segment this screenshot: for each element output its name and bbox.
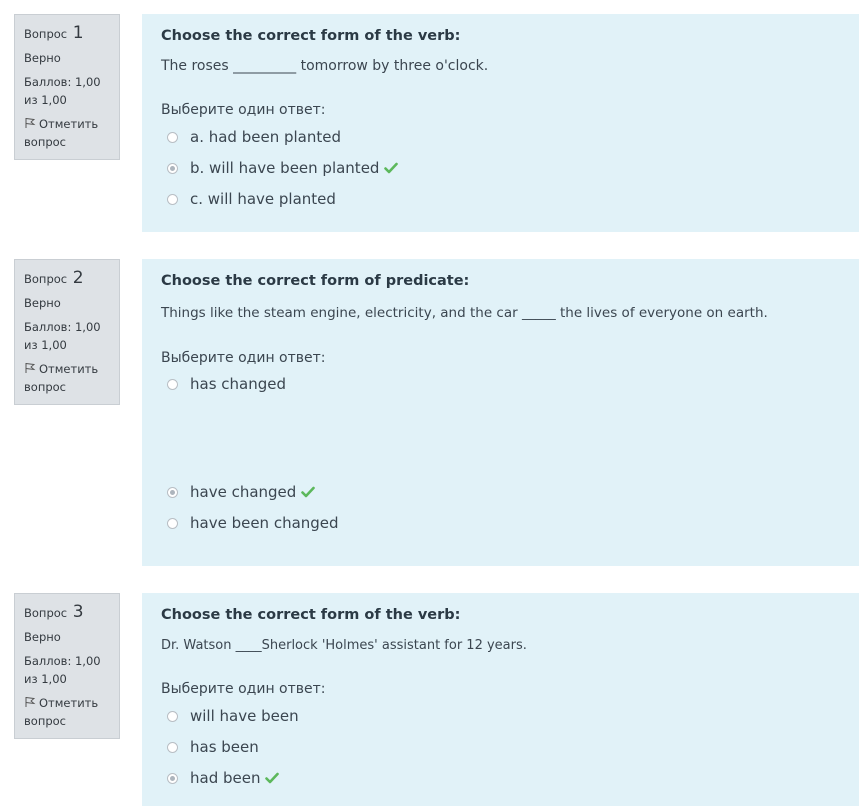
question-number: 1 xyxy=(72,23,84,43)
flag-icon xyxy=(25,697,36,707)
check-icon xyxy=(265,772,280,784)
question-2: Вопрос 2 Верно Баллов: 1,00 из 1,00 Отме… xyxy=(0,259,859,566)
flag-question-button[interactable]: Отметить вопрос xyxy=(24,694,110,730)
question-content: Choose the correct form of predicate: Th… xyxy=(142,259,859,566)
answer-label: c. will have planted xyxy=(190,190,336,208)
radio-button-selected[interactable] xyxy=(167,486,178,498)
question-content: Choose the correct form of the verb: The… xyxy=(142,14,859,232)
flag-icon xyxy=(25,118,36,128)
answer-label: had been xyxy=(190,769,261,787)
question-grade: Баллов: 1,00 из 1,00 xyxy=(24,320,101,352)
question-label: Вопрос xyxy=(24,606,68,620)
question-1: Вопрос 1 Верно Баллов: 1,00 из 1,00 Отме… xyxy=(0,14,859,232)
answer-label: a. had been planted xyxy=(190,128,341,146)
answer-prompt: Выберите один ответ: xyxy=(161,102,326,118)
question-info: Вопрос 2 Верно Баллов: 1,00 из 1,00 Отме… xyxy=(14,259,120,405)
answer-prompt: Выберите один ответ: xyxy=(161,350,326,366)
question-text: Things like the steam engine, electricit… xyxy=(161,305,768,321)
question-text: Dr. Watson ____Sherlock 'Holmes' assista… xyxy=(161,638,527,653)
answer-option[interactable]: has changed xyxy=(167,374,286,394)
question-info: Вопрос 1 Верно Баллов: 1,00 из 1,00 Отме… xyxy=(14,14,120,160)
answer-option[interactable]: have changed xyxy=(167,482,316,502)
question-number: 2 xyxy=(72,268,84,288)
answer-label: has changed xyxy=(190,375,287,393)
question-state: Верно xyxy=(24,51,61,65)
question-title: Choose the correct form of predicate: xyxy=(161,273,470,289)
radio-button[interactable] xyxy=(167,710,178,722)
question-info: Вопрос 3 Верно Баллов: 1,00 из 1,00 Отме… xyxy=(14,593,120,739)
question-text: The roses _________ tomorrow by three o'… xyxy=(161,58,489,74)
answer-label: have changed xyxy=(190,483,297,501)
answer-label: b. will have been planted xyxy=(190,159,380,177)
radio-button[interactable] xyxy=(167,741,178,753)
answer-label: have been changed xyxy=(190,514,339,532)
question-label: Вопрос xyxy=(24,27,68,41)
radio-button-selected[interactable] xyxy=(167,772,178,784)
answer-prompt: Выберите один ответ: xyxy=(161,681,326,697)
question-title: Choose the correct form of the verb: xyxy=(161,607,461,623)
radio-button-selected[interactable] xyxy=(167,162,178,174)
answer-label: has been xyxy=(190,738,259,756)
answer-option[interactable]: b. will have been planted xyxy=(167,158,399,178)
flag-question-button[interactable]: Отметить вопрос xyxy=(24,360,110,396)
radio-button[interactable] xyxy=(167,193,178,205)
question-content: Choose the correct form of the verb: Dr.… xyxy=(142,593,859,806)
answer-option[interactable]: has been xyxy=(167,737,259,757)
flag-question-button[interactable]: Отметить вопрос xyxy=(24,115,110,151)
question-grade: Баллов: 1,00 из 1,00 xyxy=(24,75,101,107)
answer-option[interactable]: have been changed xyxy=(167,513,339,533)
question-state: Верно xyxy=(24,630,61,644)
answer-option[interactable]: c. will have planted xyxy=(167,189,336,209)
answer-option[interactable]: a. had been planted xyxy=(167,127,341,147)
answer-option[interactable]: will have been xyxy=(167,706,299,726)
answer-label: will have been xyxy=(190,707,299,725)
question-title: Choose the correct form of the verb: xyxy=(161,28,461,44)
answer-option[interactable]: had been xyxy=(167,768,280,788)
radio-button[interactable] xyxy=(167,131,178,143)
question-label: Вопрос xyxy=(24,272,68,286)
flag-icon xyxy=(25,363,36,373)
radio-button[interactable] xyxy=(167,378,178,390)
question-grade: Баллов: 1,00 из 1,00 xyxy=(24,654,101,686)
question-3: Вопрос 3 Верно Баллов: 1,00 из 1,00 Отме… xyxy=(0,593,859,806)
radio-button[interactable] xyxy=(167,517,178,529)
question-state: Верно xyxy=(24,296,61,310)
check-icon xyxy=(301,486,316,498)
check-icon xyxy=(384,162,399,174)
question-number: 3 xyxy=(72,602,84,622)
